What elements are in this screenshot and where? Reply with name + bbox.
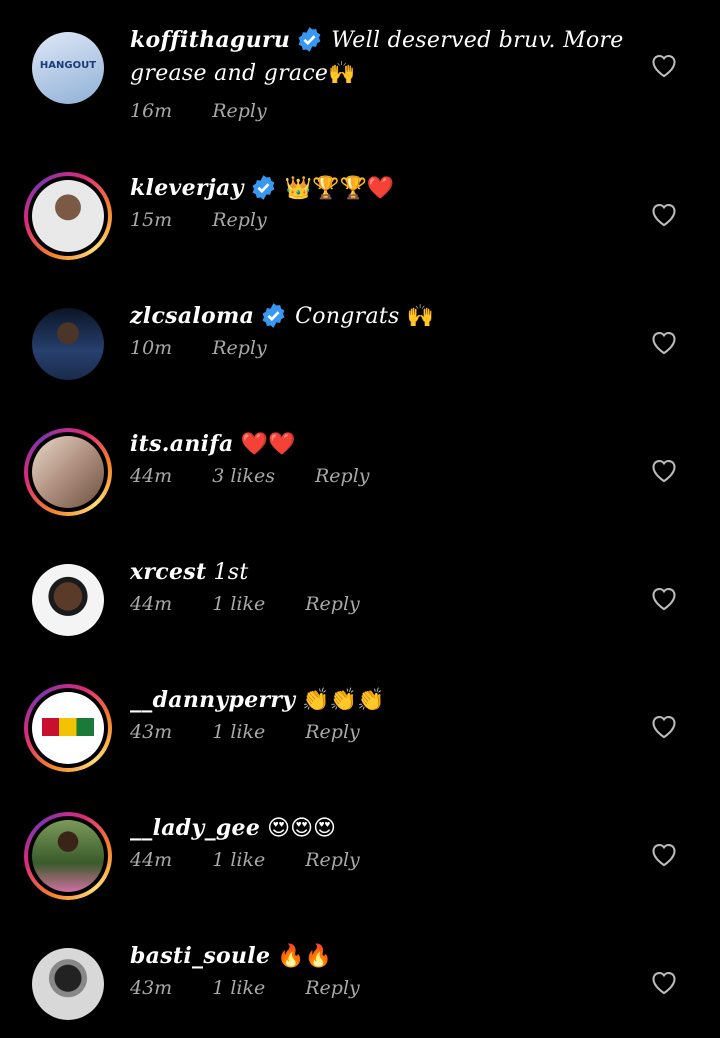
comment-username[interactable]: its.anifa [130,431,234,457]
comment-emoji: 🔥🔥 [277,944,333,969]
comment-likes[interactable]: 1 like [212,721,265,743]
comment-username[interactable]: kleverjay [130,175,244,201]
avatar[interactable] [24,940,112,1028]
comment-username[interactable]: basti_soule [130,943,270,969]
avatar[interactable]: HANGOUT [24,24,112,112]
comment-likes[interactable]: 3 likes [212,465,275,487]
comment-time: 44m [130,465,173,487]
verified-badge-icon [298,27,321,52]
comment-username[interactable]: zlcsaloma [130,303,254,329]
avatar[interactable] [24,300,112,388]
avatar[interactable] [24,428,112,516]
comment-text: Congrats [295,304,400,329]
heart-icon[interactable] [650,969,678,995]
comment-time: 44m [130,849,173,871]
heart-icon[interactable] [650,457,678,483]
comment-time: 15m [130,209,173,231]
heart-icon[interactable] [650,201,678,227]
verified-badge-icon [252,175,275,200]
comment-username[interactable]: __dannyperry [130,687,295,713]
heart-icon[interactable] [650,841,678,867]
comment-time: 43m [130,977,173,999]
comment-time: 16m [130,100,173,122]
comment-username[interactable]: xrcest [130,559,206,585]
comment-emoji: ❤️❤️ [240,432,296,457]
reply-button[interactable]: Reply [305,721,360,743]
reply-button[interactable]: Reply [315,465,370,487]
reply-button[interactable]: Reply [212,337,267,359]
avatar-logo-text: HANGOUT [39,60,97,71]
heart-icon[interactable] [650,329,678,355]
comment-username[interactable]: koffithaguru [130,27,290,53]
comment-time: 44m [130,593,173,615]
avatar[interactable] [24,172,112,260]
comment-emoji: 👑🏆🏆❤️ [284,176,395,201]
verified-badge-icon [262,303,285,328]
avatar[interactable] [24,684,112,772]
reply-button[interactable]: Reply [212,209,267,231]
heart-icon[interactable] [650,585,678,611]
comment-emoji: 🙌 [328,61,356,86]
avatar[interactable] [24,812,112,900]
reply-button[interactable]: Reply [212,100,267,122]
comment-likes[interactable]: 1 like [212,593,265,615]
heart-icon[interactable] [650,52,678,78]
comment-emoji: 👏👏👏 [302,688,385,713]
comment-text: 1st [213,560,249,585]
comment-time: 10m [130,337,173,359]
comment-username[interactable]: __lady_gee [130,815,260,841]
comment-likes[interactable]: 1 like [212,977,265,999]
avatar[interactable] [24,556,112,644]
comment-emoji: 😍😍😍 [267,816,336,841]
heart-icon[interactable] [650,713,678,739]
reply-button[interactable]: Reply [305,849,360,871]
reply-button[interactable]: Reply [305,593,360,615]
comment-time: 43m [130,721,173,743]
reply-button[interactable]: Reply [305,977,360,999]
comment-emoji: 🙌 [406,304,435,329]
comment-likes[interactable]: 1 like [212,849,265,871]
